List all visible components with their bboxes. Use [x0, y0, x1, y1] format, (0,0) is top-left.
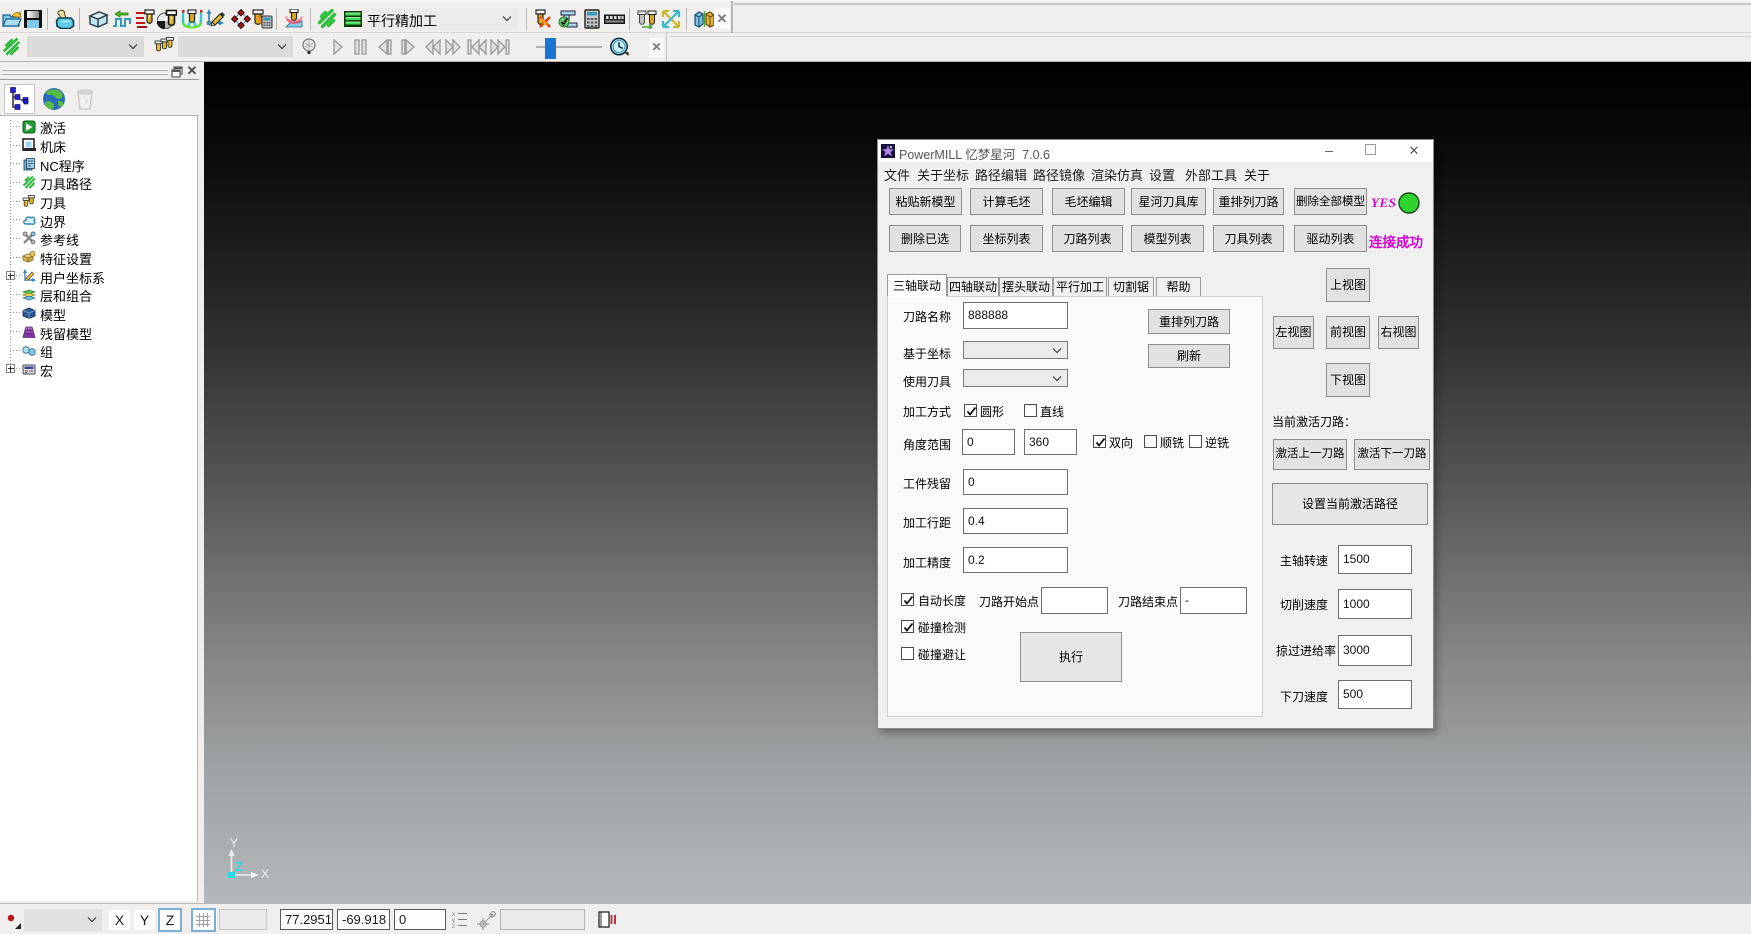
svg-text:z: z: [452, 924, 455, 928]
svg-text:X: X: [261, 867, 269, 881]
svg-text:Z: Z: [235, 859, 243, 874]
svg-text:Y: Y: [230, 836, 238, 850]
